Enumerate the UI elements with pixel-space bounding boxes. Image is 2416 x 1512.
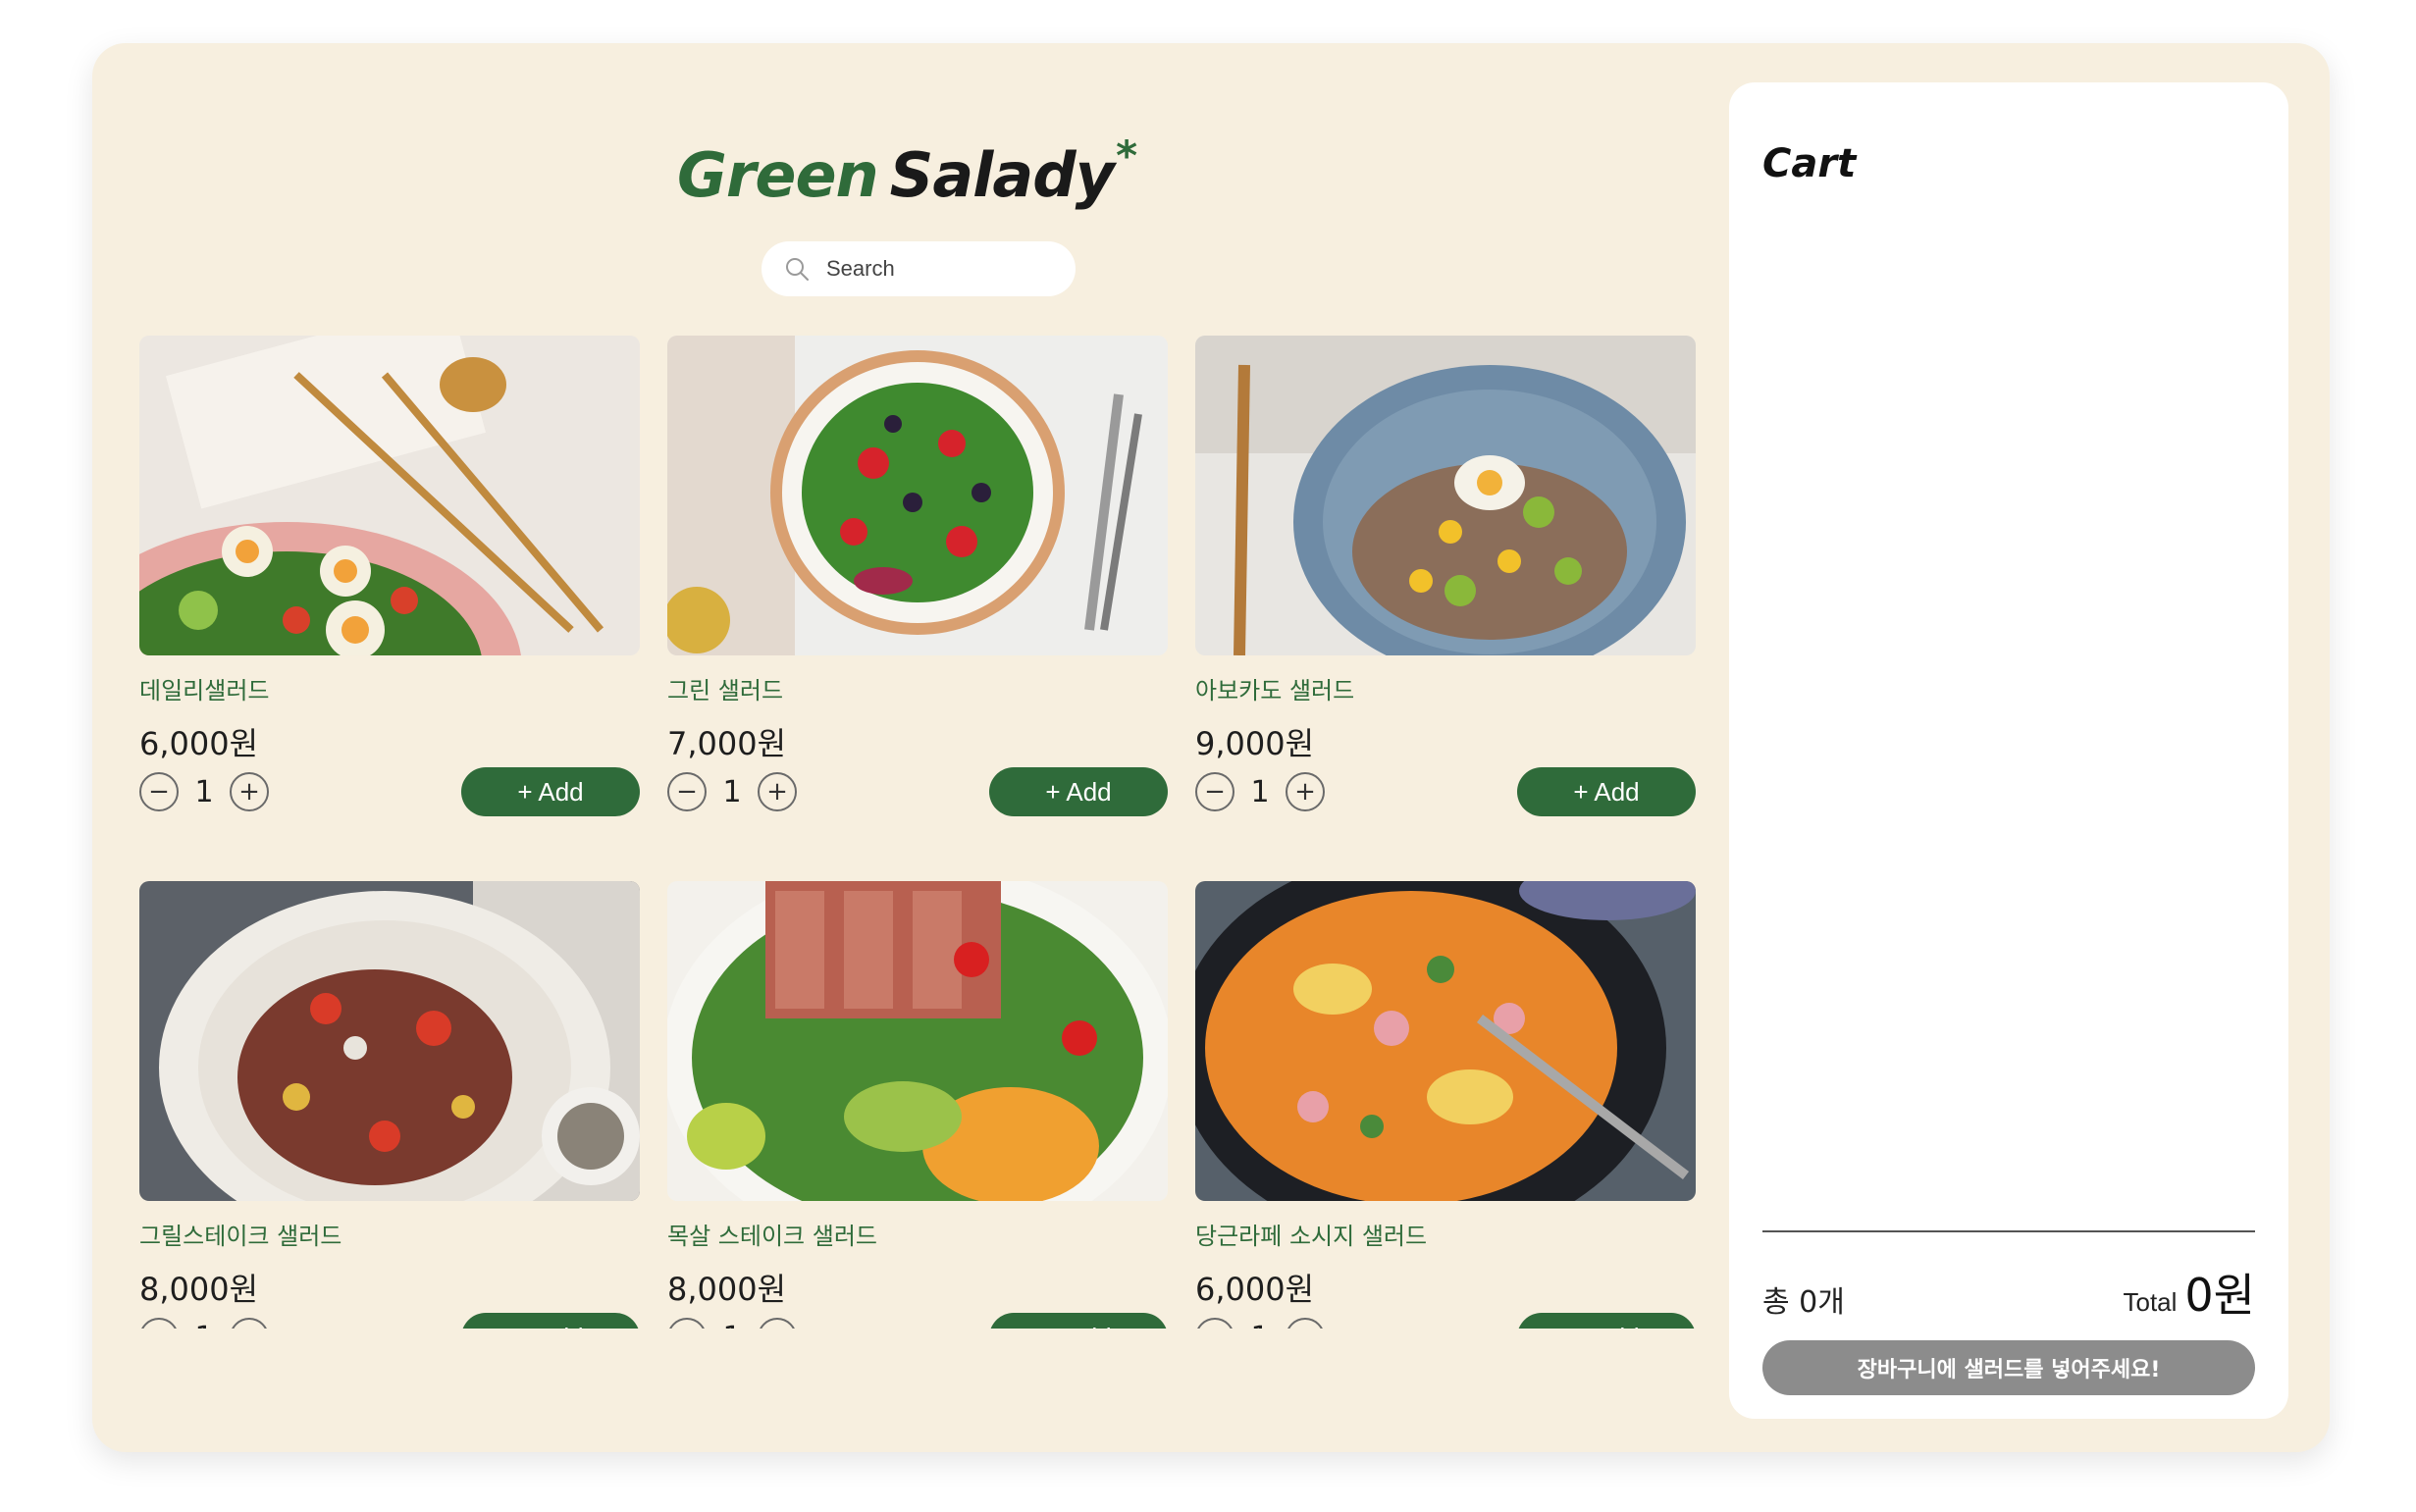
product-name: 아보카도 샐러드	[1195, 677, 1355, 704]
plus-button[interactable]: +	[758, 1318, 797, 1329]
product-name: 당근라페 소시지 샐러드	[1195, 1223, 1428, 1250]
product-name: 목살 스테이크 샐러드	[667, 1223, 877, 1250]
quantity-value: 1	[722, 774, 742, 809]
product-image[interactable]	[139, 881, 640, 1201]
minus-button[interactable]: −	[667, 1318, 707, 1329]
quantity-value: 1	[1250, 774, 1270, 809]
product-price: 8,000원	[139, 1271, 259, 1308]
search-bar[interactable]	[762, 241, 1076, 296]
product-card: 당근라페 소시지 샐러드 6,000원 − 1 + + Add	[1195, 881, 1696, 1329]
product-price: 6,000원	[139, 725, 259, 762]
cart-panel: Cart 총 0개 Total 0원 장바구니에 샐러드를 넣어주세요!	[1729, 82, 2288, 1419]
plus-button[interactable]: +	[1286, 1318, 1325, 1329]
product-name: 그릴스테이크 샐러드	[139, 1223, 342, 1250]
brand-part2: Salady	[889, 139, 1115, 211]
product-price: 6,000원	[1195, 1271, 1315, 1308]
product-price: 8,000원	[667, 1271, 787, 1308]
brand-mark: *	[1116, 131, 1137, 180]
plus-button[interactable]: +	[230, 772, 269, 811]
product-image[interactable]	[667, 881, 1168, 1201]
product-image[interactable]	[139, 336, 640, 655]
minus-button[interactable]: −	[1195, 1318, 1234, 1329]
cart-total-value: 0원	[2184, 1269, 2255, 1322]
cart-submit-button[interactable]: 장바구니에 샐러드를 넣어주세요!	[1762, 1340, 2255, 1395]
add-to-cart-button[interactable]: + Add	[989, 767, 1168, 816]
add-to-cart-button[interactable]: + Add	[1517, 767, 1696, 816]
minus-button[interactable]: −	[139, 772, 179, 811]
cart-total: Total 0원	[2123, 1260, 2255, 1325]
add-to-cart-button[interactable]: + Add	[989, 1313, 1168, 1329]
menu-area: Green Salady* Search 데일리샐러드 6,000원 − 1 +…	[92, 43, 1721, 1329]
add-to-cart-button[interactable]: + Add	[461, 1313, 640, 1329]
product-controls: − 1 + + Add	[139, 767, 640, 816]
app-container: Green Salady* Search 데일리샐러드 6,000원 − 1 +…	[92, 43, 2330, 1452]
product-image[interactable]	[667, 336, 1168, 655]
product-image[interactable]	[1195, 336, 1696, 655]
minus-button[interactable]: −	[667, 772, 707, 811]
product-price: 9,000원	[1195, 725, 1315, 762]
plus-button[interactable]: +	[758, 772, 797, 811]
search-input[interactable]	[826, 256, 1052, 282]
cart-title: Cart	[1762, 141, 1857, 186]
product-controls: − 1 + + Add	[667, 767, 1168, 816]
product-card: 아보카도 샐러드 9,000원 − 1 + + Add	[1195, 336, 1696, 816]
product-controls: − 1 + + Add	[1195, 1313, 1696, 1329]
product-controls: − 1 + + Add	[139, 1313, 640, 1329]
cart-divider	[1762, 1230, 2255, 1232]
search-icon	[786, 258, 809, 281]
add-to-cart-button[interactable]: + Add	[461, 767, 640, 816]
product-card: 목살 스테이크 샐러드 8,000원 − 1 + + Add	[667, 881, 1168, 1329]
plus-button[interactable]: +	[230, 1318, 269, 1329]
brand-part1: Green	[676, 139, 879, 211]
cart-item-count: 총 0개	[1762, 1285, 1845, 1320]
cart-total-label: Total	[2123, 1287, 2178, 1317]
product-controls: − 1 + + Add	[667, 1313, 1168, 1329]
product-card: 그린 샐러드 7,000원 − 1 + + Add	[667, 336, 1168, 816]
product-controls: − 1 + + Add	[1195, 767, 1696, 816]
product-name: 그린 샐러드	[667, 677, 784, 704]
minus-button[interactable]: −	[139, 1318, 179, 1329]
product-grid: 데일리샐러드 6,000원 − 1 + + Add 그린 샐러드 7,000원 …	[139, 336, 1700, 1329]
quantity-value: 1	[707, 1321, 758, 1330]
plus-button[interactable]: +	[1286, 772, 1325, 811]
add-to-cart-button[interactable]: + Add	[1517, 1313, 1696, 1329]
brand-logo: Green Salady*	[92, 131, 1721, 211]
product-image[interactable]	[1195, 881, 1696, 1201]
quantity-value: 1	[194, 774, 214, 809]
product-name: 데일리샐러드	[139, 677, 270, 704]
quantity-value: 1	[1234, 1321, 1286, 1330]
product-card: 그릴스테이크 샐러드 8,000원 − 1 + + Add	[139, 881, 640, 1329]
minus-button[interactable]: −	[1195, 772, 1234, 811]
quantity-value: 1	[179, 1321, 230, 1330]
product-card: 데일리샐러드 6,000원 − 1 + + Add	[139, 336, 640, 816]
product-price: 7,000원	[667, 725, 787, 762]
